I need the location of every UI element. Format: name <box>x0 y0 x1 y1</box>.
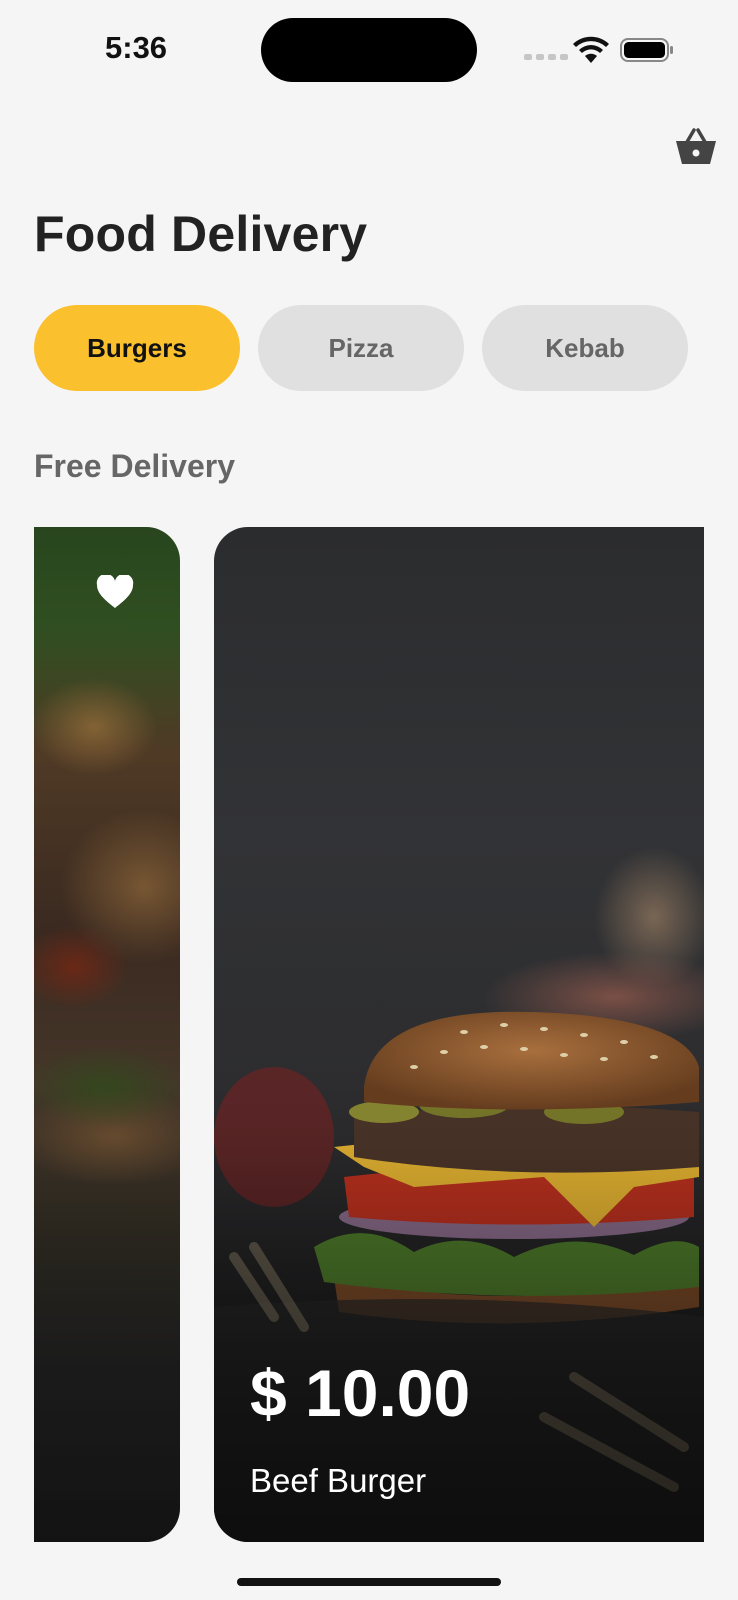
page-title: Food Delivery <box>34 206 368 262</box>
heart-icon[interactable] <box>96 575 134 609</box>
status-time: 5:36 <box>105 30 168 65</box>
dynamic-island <box>261 18 477 82</box>
category-tab-pizza[interactable]: Pizza <box>258 305 464 391</box>
food-card-previous[interactable] <box>34 527 180 1542</box>
cellular-signal-icon <box>524 54 568 60</box>
home-indicator[interactable] <box>237 1578 501 1586</box>
category-tab-kebab[interactable]: Kebab <box>482 305 688 391</box>
battery-icon <box>620 38 673 62</box>
item-name: Beef Burger <box>250 1462 427 1499</box>
food-card-beef-burger[interactable]: $ 10.00 Beef Burger <box>214 527 704 1542</box>
wifi-icon <box>573 36 609 63</box>
item-price: $ 10.00 <box>250 1356 471 1430</box>
basket-icon[interactable] <box>675 128 717 166</box>
category-tabs: Burgers Pizza Kebab <box>34 305 688 391</box>
screen: 5:36 Food Delivery Burgers Pizza Kebab F… <box>0 0 738 1600</box>
category-tab-burgers[interactable]: Burgers <box>34 305 240 391</box>
section-title: Free Delivery <box>34 448 236 484</box>
